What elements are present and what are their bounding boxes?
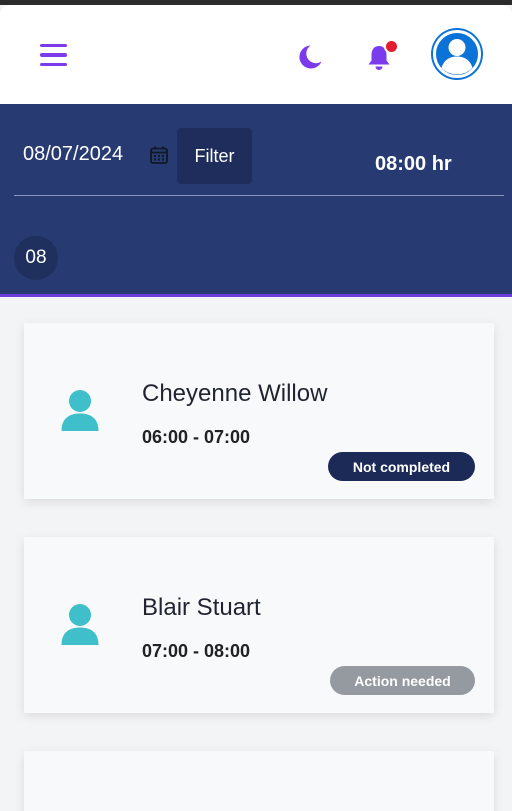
date-field[interactable]: 08/07/2024 [23,143,123,166]
appointment-card[interactable]: Cheyenne Willow 06:00 - 07:00 Not comple… [24,323,494,499]
total-hours: 08:00 hr [375,153,452,175]
user-avatar-icon[interactable] [431,28,483,80]
bell-icon[interactable] [362,39,399,75]
appointment-card[interactable] [24,751,494,811]
appointment-card[interactable]: Blair Stuart 07:00 - 08:00 Action needed [24,537,494,713]
status-badge: Action needed [330,666,475,695]
time-range: 06:00 - 07:00 [142,427,251,447]
time-range: 07:00 - 08:00 [142,641,251,661]
hour-chip[interactable]: 08 [14,236,58,280]
date-filter-panel [0,104,512,296]
moon-icon[interactable] [292,40,326,74]
status-badge: Not completed [328,452,475,481]
hamburger-icon[interactable] [40,39,72,71]
header-divider [14,195,504,196]
filter-button[interactable]: Filter [177,128,252,184]
client-name: Blair Stuart [142,594,261,621]
app-bar [0,5,512,104]
client-name: Cheyenne Willow [142,380,328,407]
notification-dot [384,39,399,54]
calendar-icon[interactable] [149,145,169,165]
person-icon [60,389,100,433]
appointment-list: Cheyenne Willow 06:00 - 07:00 Not comple… [0,297,512,811]
person-icon [60,603,100,647]
